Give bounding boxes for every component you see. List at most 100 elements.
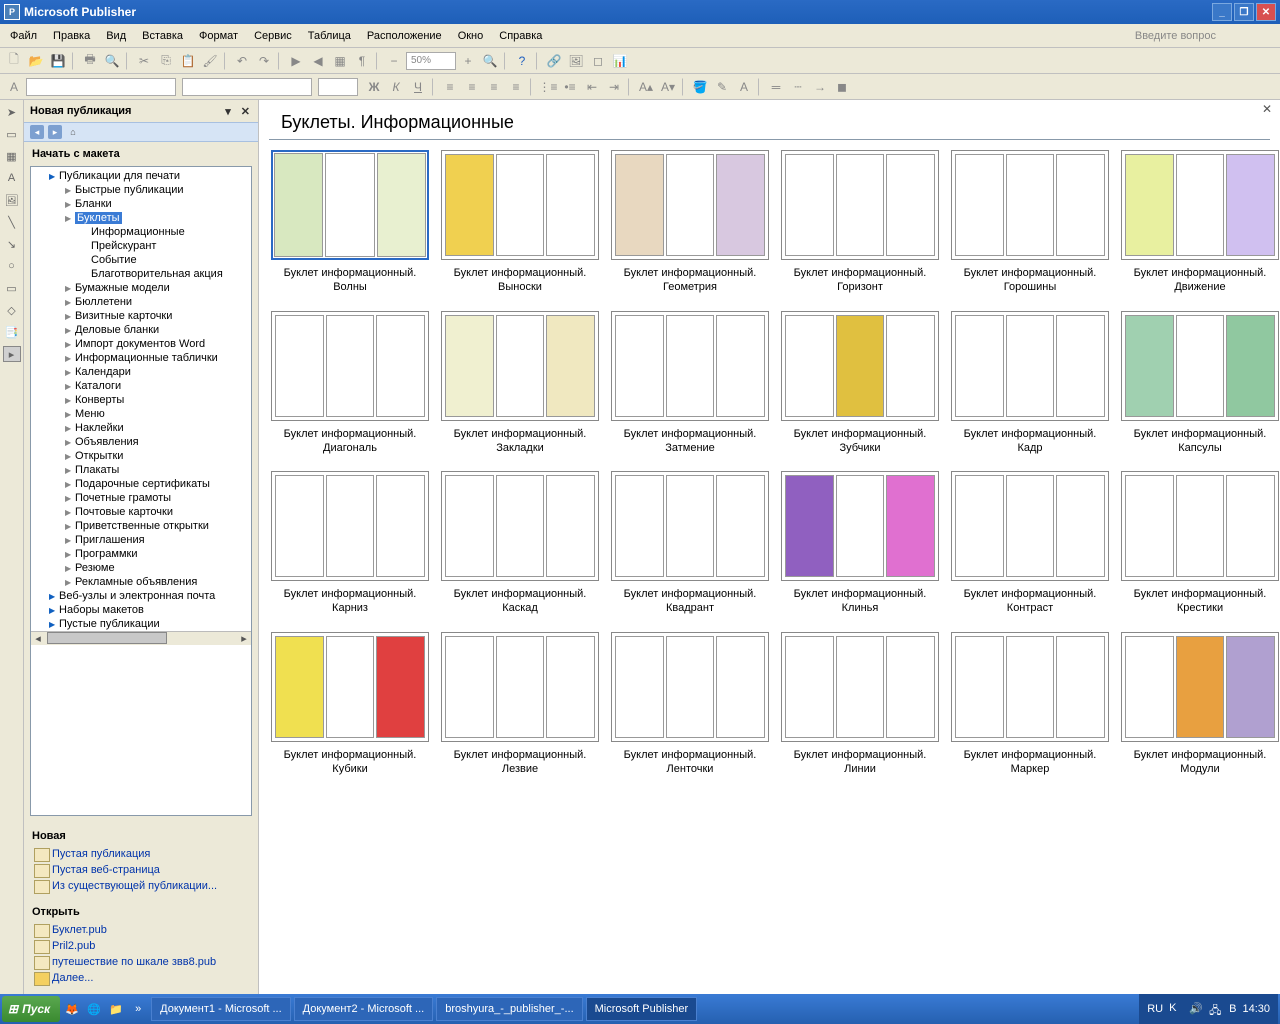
grow-font-icon[interactable]: A▴ (636, 77, 656, 97)
gallery-item[interactable]: Буклет информационный. Зубчики (781, 311, 939, 456)
help-icon[interactable]: ? (512, 51, 532, 71)
increase-indent-icon[interactable]: ⇥ (604, 77, 624, 97)
tree-item[interactable]: ▶Меню (31, 407, 251, 421)
gallery-item[interactable]: Буклет информационный. Геометрия (611, 150, 769, 295)
tree-item[interactable]: Прейскурант (31, 239, 251, 253)
link-blank-pub[interactable]: Пустая публикация (32, 846, 250, 862)
zoom-in-icon[interactable]: + (458, 51, 478, 71)
menu-view[interactable]: Вид (100, 28, 132, 44)
tree-item[interactable]: ▶Рекламные объявления (31, 575, 251, 589)
textbox-tool-icon[interactable]: ▭ (4, 126, 20, 142)
tree-item[interactable]: ▶Наклейки (31, 421, 251, 435)
paste-icon[interactable]: 📋 (178, 51, 198, 71)
ask-question-box[interactable]: Введите вопрос (1135, 30, 1276, 42)
tree-item[interactable]: ▶Конверты (31, 393, 251, 407)
gallery-grid[interactable]: Буклет информационный. Волны Буклет инфор… (259, 150, 1280, 994)
arrow-tool-icon[interactable]: ↘ (4, 236, 20, 252)
tree-item[interactable]: ▶Импорт документов Word (31, 337, 251, 351)
tree-item[interactable]: Информационные (31, 225, 251, 239)
align-center-icon[interactable]: ≡ (462, 77, 482, 97)
maximize-button[interactable]: ❐ (1234, 3, 1254, 21)
tree-item[interactable]: ▶Деловые бланки (31, 323, 251, 337)
gallery-item[interactable]: Буклет информационный. Волны (271, 150, 429, 295)
shapes-tool-icon[interactable]: ◇ (4, 302, 20, 318)
menu-file[interactable]: Файл (4, 28, 43, 44)
italic-icon[interactable]: К (386, 77, 406, 97)
tree-item[interactable]: ▶Календари (31, 365, 251, 379)
gallery-item[interactable]: Буклет информационный. Квадрант (611, 471, 769, 616)
taskbar-item-3[interactable]: broshyura_-_publisher_-... (436, 997, 582, 1021)
link-more[interactable]: Далее... (32, 970, 250, 986)
taskbar-item-2[interactable]: Документ2 - Microsoft ... (294, 997, 434, 1021)
tree-item[interactable]: ▶Информационные таблички (31, 351, 251, 365)
gallery-item[interactable]: Буклет информационный. Капсулы (1121, 311, 1279, 456)
zoom-fit-icon[interactable]: 🔍 (480, 51, 500, 71)
forward-icon[interactable]: ▶ (286, 51, 306, 71)
bullets-icon[interactable]: •≡ (560, 77, 580, 97)
tree-item[interactable]: ▶Бланки (31, 197, 251, 211)
tree-item[interactable]: ▶Быстрые публикации (31, 183, 251, 197)
link-blank-web[interactable]: Пустая веб-страница (32, 862, 250, 878)
tree-item[interactable]: ▶Приветственные открытки (31, 519, 251, 533)
font-combo[interactable] (182, 78, 312, 96)
link-recent-1[interactable]: Буклет.pub (32, 922, 250, 938)
nav-home-icon[interactable]: ⌂ (66, 125, 80, 139)
decrease-indent-icon[interactable]: ⇤ (582, 77, 602, 97)
gallery-item[interactable]: Буклет информационный. Ленточки (611, 632, 769, 777)
task-pane-dropdown-icon[interactable]: ▾ (223, 105, 233, 118)
align-left-icon[interactable]: ≡ (440, 77, 460, 97)
tree-item[interactable]: ▶Бюллетени (31, 295, 251, 309)
align-right-icon[interactable]: ≡ (484, 77, 504, 97)
gallery-item[interactable]: Буклет информационный. Горизонт (781, 150, 939, 295)
start-button[interactable]: ⊞ Пуск (2, 996, 60, 1022)
system-tray[interactable]: RU K 🔊 🖧 В 14:30 (1139, 994, 1278, 1024)
tree-item[interactable]: ▶Открытки (31, 449, 251, 463)
line-color-icon[interactable]: ✎ (712, 77, 732, 97)
format-painter-icon[interactable]: 🖌 (200, 51, 220, 71)
undo-icon[interactable]: ↶ (232, 51, 252, 71)
menu-insert[interactable]: Вставка (136, 28, 189, 44)
numbering-icon[interactable]: ⋮≡ (538, 77, 558, 97)
gallery-item[interactable]: Буклет информационный. Клинья (781, 471, 939, 616)
columns-icon[interactable]: ▦ (330, 51, 350, 71)
pointer-tool-icon[interactable]: ➤ (4, 104, 20, 120)
link-icon[interactable]: 🔗 (544, 51, 564, 71)
tree-item[interactable]: ▶Каталоги (31, 379, 251, 393)
cut-icon[interactable]: ✂ (134, 51, 154, 71)
nav-fwd-icon[interactable]: ▸ (48, 125, 62, 139)
picture-tool-icon[interactable]: 🖼 (4, 192, 20, 208)
zoom-combo[interactable]: 50% (406, 52, 456, 70)
gallery-item[interactable]: Буклет информационный. Горошины (951, 150, 1109, 295)
gallery-item[interactable]: Буклет информационный. Лезвие (441, 632, 599, 777)
shrink-font-icon[interactable]: A▾ (658, 77, 678, 97)
ql-firefox-icon[interactable]: 🦊 (62, 997, 82, 1021)
link-recent-2[interactable]: Pril2.pub (32, 938, 250, 954)
taskbar-item-4[interactable]: Microsoft Publisher (586, 997, 698, 1021)
menu-format[interactable]: Формат (193, 28, 244, 44)
tree-item[interactable]: ▶Приглашения (31, 533, 251, 547)
gallery-item[interactable]: Буклет информационный. Затмение (611, 311, 769, 456)
tray-net-icon[interactable]: 🖧 (1209, 1002, 1223, 1016)
menu-edit[interactable]: Правка (47, 28, 96, 44)
bookmark-tool-icon[interactable]: 📑 (4, 324, 20, 340)
tree-item[interactable]: Благотворительная акция (31, 267, 251, 281)
align-justify-icon[interactable]: ≡ (506, 77, 526, 97)
tray-lang[interactable]: RU (1147, 1003, 1163, 1015)
wordart-tool-icon[interactable]: A (4, 170, 20, 186)
special-icon[interactable]: ¶ (352, 51, 372, 71)
save-icon[interactable]: 💾 (48, 51, 68, 71)
task-pane-close-icon[interactable]: ✕ (239, 105, 252, 118)
style-icon[interactable]: A (4, 77, 24, 97)
redo-icon[interactable]: ↷ (254, 51, 274, 71)
size-combo[interactable] (318, 78, 358, 96)
menu-window[interactable]: Окно (452, 28, 490, 44)
gallery-item[interactable]: Буклет информационный. Движение (1121, 150, 1279, 295)
taskbar-item-1[interactable]: Документ1 - Microsoft ... (151, 997, 291, 1021)
link-recent-3[interactable]: путешествие по шкале звв8.pub (32, 954, 250, 970)
menu-tools[interactable]: Сервис (248, 28, 298, 44)
gallery-item[interactable]: Буклет информационный. Крестики (1121, 471, 1279, 616)
copy-icon[interactable]: ⎘ (156, 51, 176, 71)
gallery-item[interactable]: Буклет информационный. Контраст (951, 471, 1109, 616)
menu-table[interactable]: Таблица (302, 28, 357, 44)
style-combo[interactable] (26, 78, 176, 96)
